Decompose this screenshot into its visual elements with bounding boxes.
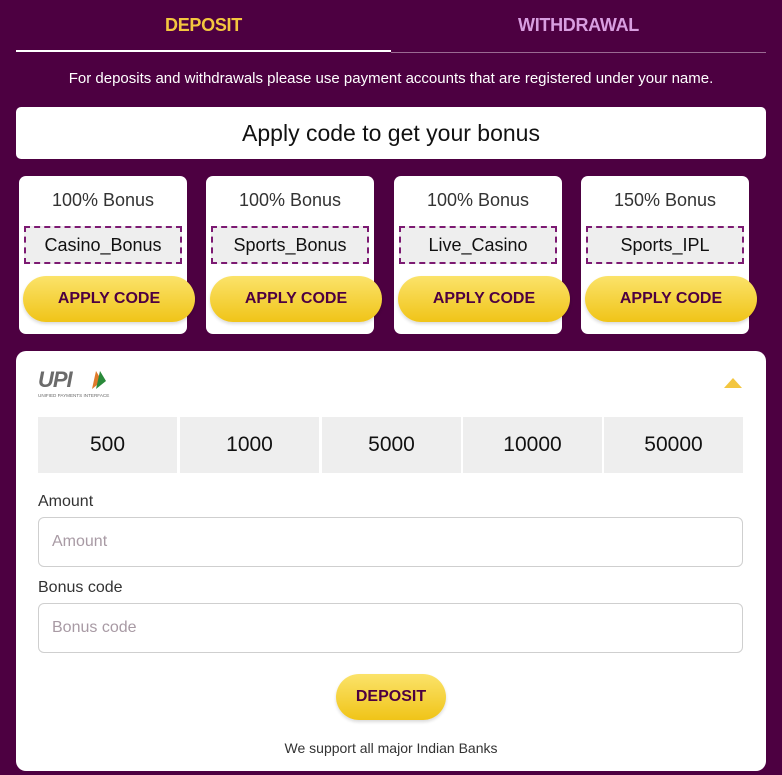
bonus-code-input[interactable] (38, 603, 743, 653)
bonus-code-label: Bonus code (38, 579, 123, 596)
payment-panel: UPI UNIFIED PAYMENTS INTERFACE 500 1000 … (16, 351, 766, 771)
bonus-card-casino: 100% Bonus Casino_Bonus APPLY CODE (19, 176, 195, 334)
quick-amount-50000[interactable]: 50000 (604, 417, 743, 473)
upi-logo-subtext: UNIFIED PAYMENTS INTERFACE (38, 393, 109, 398)
bonus-percent: 100% Bonus (238, 190, 342, 210)
quick-amount-1000[interactable]: 1000 (180, 417, 319, 473)
apply-code-button[interactable]: APPLY CODE (210, 276, 382, 322)
upi-logo-icon: UPI UNIFIED PAYMENTS INTERFACE (38, 367, 109, 398)
support-note: We support all major Indian Banks (284, 740, 498, 756)
bonus-code: Live_Casino (399, 226, 557, 264)
tab-deposit[interactable]: DEPOSIT (16, 0, 391, 52)
deposit-button[interactable]: DEPOSIT (336, 674, 446, 720)
bonus-percent: 150% Bonus (613, 190, 717, 210)
bonus-code: Sports_IPL (586, 226, 744, 264)
account-notice: For deposits and withdrawals please use … (68, 70, 714, 87)
bonus-percent: 100% Bonus (51, 190, 155, 210)
bonus-card-live-casino: 100% Bonus Live_Casino APPLY CODE (394, 176, 570, 334)
bonus-card-sports: 100% Bonus Sports_Bonus APPLY CODE (206, 176, 382, 334)
apply-code-button[interactable]: APPLY CODE (398, 276, 570, 322)
quick-amount-10000[interactable]: 10000 (463, 417, 602, 473)
quick-amount-row: 500 1000 5000 10000 50000 (38, 417, 743, 473)
apply-code-button[interactable]: APPLY CODE (585, 276, 757, 322)
tab-divider (391, 52, 766, 53)
tab-withdrawal[interactable]: WITHDRAWAL (391, 0, 766, 52)
amount-input[interactable] (38, 517, 743, 567)
bonus-percent: 100% Bonus (426, 190, 530, 210)
amount-label: Amount (38, 493, 94, 510)
chevron-up-icon[interactable] (723, 377, 743, 389)
upi-logo-text: UPI (38, 367, 74, 392)
quick-amount-5000[interactable]: 5000 (322, 417, 461, 473)
apply-code-button[interactable]: APPLY CODE (23, 276, 195, 322)
bonus-code: Casino_Bonus (24, 226, 182, 264)
bonus-header: Apply code to get your bonus (16, 107, 766, 159)
tab-bar: DEPOSIT WITHDRAWAL (16, 0, 766, 54)
quick-amount-500[interactable]: 500 (38, 417, 177, 473)
bonus-code: Sports_Bonus (211, 226, 369, 264)
bonus-card-sports-ipl: 150% Bonus Sports_IPL APPLY CODE (581, 176, 757, 334)
